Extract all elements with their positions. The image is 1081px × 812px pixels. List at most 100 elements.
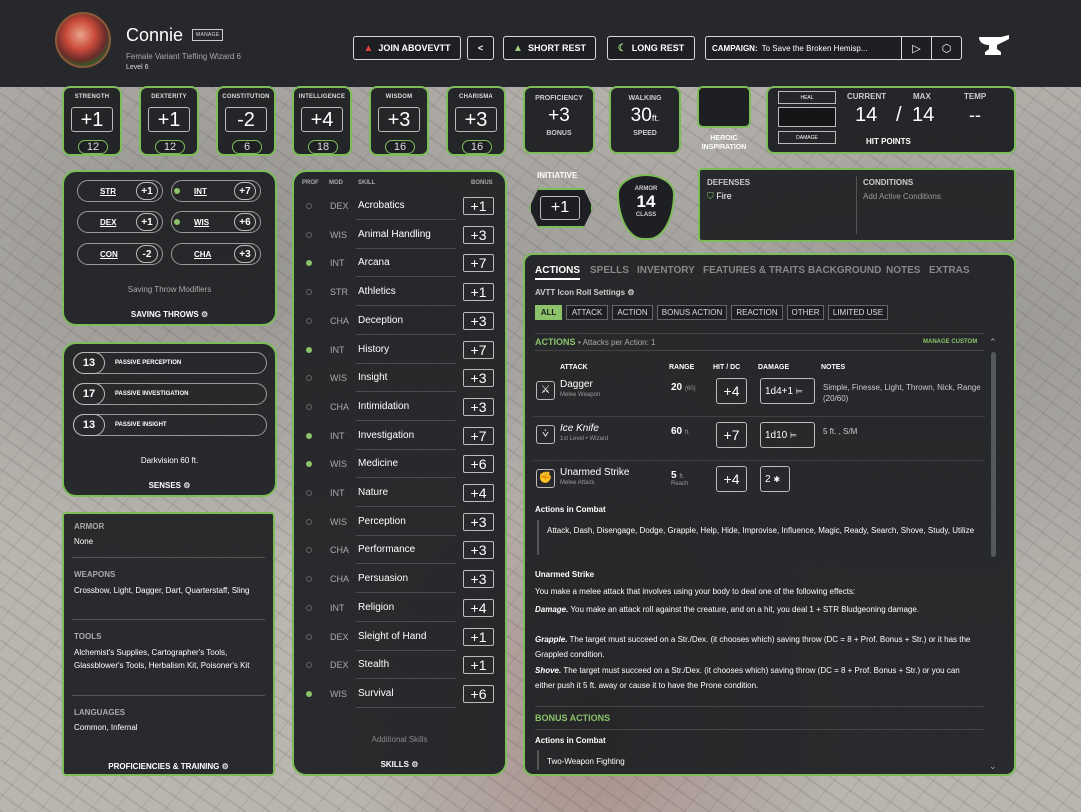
skill-row-arcana[interactable]: INT Arcana +7 <box>300 251 496 278</box>
attack-row-ice-knife[interactable]: ⩒ Ice Knife 1st Level • Wizard 60 ft. +7… <box>533 417 985 461</box>
skill-bonus-button[interactable]: +7 <box>463 254 494 273</box>
hp-current[interactable]: 14 <box>855 104 877 127</box>
skill-bonus-button[interactable]: +3 <box>463 570 494 589</box>
attack-damage-button[interactable]: 1d10 ⊨ <box>760 422 815 448</box>
damage-button[interactable]: DAMAGE <box>778 131 836 144</box>
skill-row-intimidation[interactable]: CHA Intimidation +3 <box>300 395 496 421</box>
skill-row-insight[interactable]: WIS Insight +3 <box>300 366 496 393</box>
share-button[interactable]: < <box>467 36 494 60</box>
skill-row-performance[interactable]: CHA Performance +3 <box>300 538 496 565</box>
skill-row-perception[interactable]: WIS Perception +3 <box>300 510 496 536</box>
filter-all[interactable]: ALL <box>535 305 562 320</box>
scroll-down-icon[interactable]: ⌄ <box>989 761 997 772</box>
skill-bonus-button[interactable]: +7 <box>463 426 494 445</box>
ability-strength[interactable]: STRENGTH +1 12 <box>62 86 122 156</box>
tab-notes[interactable]: NOTES <box>886 265 920 276</box>
attack-name[interactable]: Ice Knife <box>560 423 599 434</box>
character-avatar[interactable] <box>55 12 111 68</box>
ability-modifier[interactable]: +3 <box>455 107 497 132</box>
campaign-name[interactable]: To Save the Broken Hemisp... <box>762 44 901 53</box>
campaign-bar[interactable]: CAMPAIGN: To Save the Broken Hemisp... ▷… <box>705 36 962 60</box>
ability-charisma[interactable]: CHARISMA +3 16 <box>446 86 506 156</box>
skill-row-deception[interactable]: CHA Deception +3 <box>300 309 496 335</box>
save-dex[interactable]: DEX +1 <box>77 211 163 233</box>
skill-row-religion[interactable]: INT Religion +4 <box>300 596 496 622</box>
filter-attack[interactable]: ATTACK <box>566 305 608 320</box>
attack-damage-button[interactable]: 2 ✱ <box>760 466 790 492</box>
filter-action[interactable]: ACTION <box>612 305 653 320</box>
long-rest-button[interactable]: ☾ LONG REST <box>607 36 695 60</box>
filter-other[interactable]: OTHER <box>787 305 824 320</box>
ability-modifier[interactable]: +3 <box>378 107 420 132</box>
two-weapon-fighting[interactable]: Two-Weapon Fighting <box>547 754 625 769</box>
save-wis[interactable]: WIS +6 <box>171 211 261 233</box>
tab-background[interactable]: BACKGROUND <box>808 265 881 276</box>
passive-investigation[interactable]: 17 PASSIVE INVESTIGATION <box>73 383 267 405</box>
scroll-up-icon[interactable]: ⌃ <box>989 337 997 348</box>
skill-bonus-button[interactable]: +1 <box>463 656 494 675</box>
ability-constitution[interactable]: CONSTITUTION -2 6 <box>216 86 276 156</box>
skill-row-history[interactable]: INT History +7 <box>300 338 496 364</box>
manage-button[interactable]: MANAGE <box>192 29 224 41</box>
attack-row-unarmed-strike[interactable]: ✊ Unarmed Strike Melee Attack 5 ft. Reach… <box>533 461 985 505</box>
attack-hit-button[interactable]: +4 <box>716 466 747 492</box>
ability-modifier[interactable]: -2 <box>225 107 267 132</box>
skill-row-acrobatics[interactable]: DEX Acrobatics +1 <box>300 194 496 220</box>
gear-icon[interactable]: ⚙ <box>201 310 208 319</box>
ability-modifier[interactable]: +1 <box>148 107 190 132</box>
skill-bonus-button[interactable]: +4 <box>463 598 494 617</box>
skill-bonus-button[interactable]: +3 <box>463 512 494 531</box>
skill-row-athletics[interactable]: STR Athletics +1 <box>300 280 496 307</box>
hp-temp[interactable]: -- <box>969 105 981 126</box>
save-con[interactable]: CON -2 <box>77 243 163 265</box>
attack-name[interactable]: Unarmed Strike <box>560 467 629 478</box>
skill-bonus-button[interactable]: +1 <box>463 197 494 215</box>
skill-bonus-button[interactable]: +3 <box>463 225 494 244</box>
skill-row-nature[interactable]: INT Nature +4 <box>300 481 496 507</box>
attack-name[interactable]: Dagger <box>560 379 593 390</box>
skill-bonus-button[interactable]: +1 <box>463 627 494 646</box>
save-cha[interactable]: CHA +3 <box>171 243 261 265</box>
skill-row-medicine[interactable]: WIS Medicine +6 <box>300 452 496 479</box>
skill-bonus-button[interactable]: +4 <box>463 484 494 502</box>
roll-settings[interactable]: AVTT Icon Roll Settings ⚙ <box>535 288 634 297</box>
save-int[interactable]: INT +7 <box>171 180 261 202</box>
skill-row-stealth[interactable]: DEX Stealth +1 <box>300 653 496 680</box>
ability-modifier[interactable]: +1 <box>71 107 113 132</box>
scrollbar-thumb[interactable] <box>991 352 996 557</box>
skill-row-sleight-of-hand[interactable]: DEX Sleight of Hand +1 <box>300 625 496 651</box>
initiative-value[interactable]: +1 <box>540 196 580 220</box>
skill-bonus-button[interactable]: +6 <box>463 684 494 703</box>
tab-extras[interactable]: EXTRAS <box>929 265 970 276</box>
gear-icon[interactable]: ⚙ <box>627 288 634 297</box>
play-icon[interactable]: ▷ <box>901 37 931 59</box>
save-str[interactable]: STR +1 <box>77 180 163 202</box>
join-abovevtt-button[interactable]: ▲ JOIN ABOVEVTT <box>353 36 461 60</box>
dice-icon[interactable]: ⬡ <box>931 37 961 59</box>
passive-perception[interactable]: 13 PASSIVE PERCEPTION <box>73 352 267 374</box>
gear-icon[interactable]: ⚙ <box>222 762 229 771</box>
add-conditions-link[interactable]: Add Active Conditions <box>863 192 941 201</box>
skill-bonus-button[interactable]: +3 <box>463 541 494 560</box>
skill-row-survival[interactable]: WIS Survival +6 <box>300 682 496 708</box>
ability-dexterity[interactable]: DEXTERITY +1 12 <box>139 86 199 156</box>
skill-bonus-button[interactable]: +6 <box>463 455 494 474</box>
filter-reaction[interactable]: REACTION <box>731 305 783 320</box>
attack-row-dagger[interactable]: ⚔ Dagger Melee Weapon 20 (60) +4 1d4+1 ⊨… <box>533 373 985 417</box>
ability-intelligence[interactable]: INTELLIGENCE +4 18 <box>292 86 352 156</box>
skill-bonus-button[interactable]: +3 <box>463 311 494 330</box>
skill-bonus-button[interactable]: +7 <box>463 340 494 359</box>
filter-limited-use[interactable]: LIMITED USE <box>828 305 888 320</box>
tab-inventory[interactable]: INVENTORY <box>637 265 695 276</box>
attack-damage-button[interactable]: 1d4+1 ⊨ <box>760 378 815 404</box>
defense-fire[interactable]: ⛉ Fire <box>707 191 732 202</box>
manage-custom-link[interactable]: MANAGE CUSTOM <box>923 339 977 345</box>
skill-bonus-button[interactable]: +3 <box>463 397 494 416</box>
skill-bonus-button[interactable]: +1 <box>463 283 494 302</box>
skill-row-animal-handling[interactable]: WIS Animal Handling +3 <box>300 223 496 249</box>
skill-bonus-button[interactable]: +3 <box>463 369 494 388</box>
ability-modifier[interactable]: +4 <box>301 107 343 132</box>
gear-icon[interactable]: ⚙ <box>183 481 190 490</box>
anvil-icon[interactable] <box>977 33 1011 64</box>
skill-row-persuasion[interactable]: CHA Persuasion +3 <box>300 567 496 594</box>
